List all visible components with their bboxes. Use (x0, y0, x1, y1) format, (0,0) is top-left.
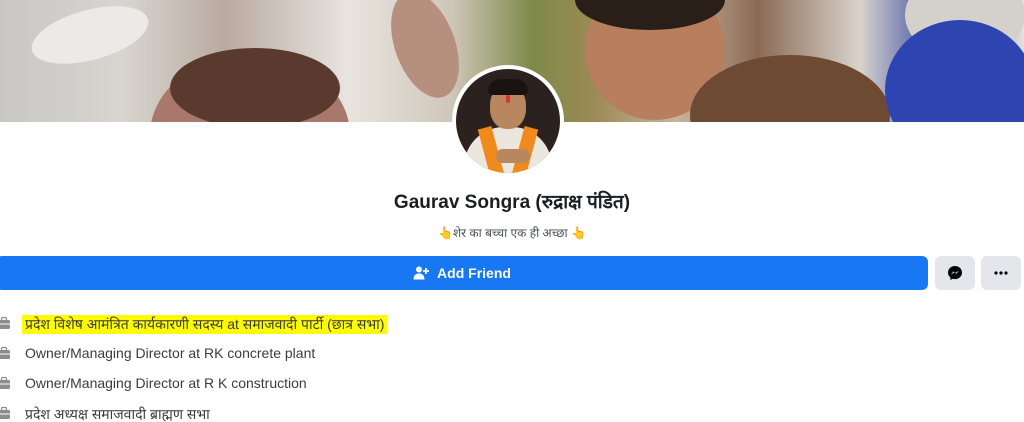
messenger-icon (948, 266, 962, 280)
add-friend-icon (413, 266, 430, 280)
more-dots-icon (994, 271, 1008, 275)
briefcase-icon (0, 376, 10, 389)
profile-avatar[interactable] (452, 65, 564, 177)
work-text: प्रदेश विशेष आमंत्रित कार्यकारणी सदस्य a… (22, 315, 388, 334)
briefcase-icon (0, 316, 10, 329)
profile-name: Gaurav Songra (रुद्राक्ष पंडित) (393, 192, 631, 213)
profile-page: Gaurav Songra (रुद्राक्ष पंडित) 👆शेर का … (0, 0, 1024, 422)
add-friend-button[interactable]: Add Friend (0, 256, 928, 290)
briefcase-icon (0, 406, 10, 419)
messenger-button[interactable] (935, 256, 975, 290)
add-friend-label: Add Friend (437, 265, 511, 281)
work-item: प्रदेश विशेष आमंत्रित कार्यकारणी सदस्य a… (0, 308, 1024, 338)
work-item: Owner/Managing Director at R K construct… (0, 368, 1024, 398)
work-item: Owner/Managing Director at RK concrete p… (0, 338, 1024, 368)
work-text: प्रदेश अध्यक्ष समाजवादी ब्राह्मण सभा (25, 406, 210, 422)
work-item: प्रदेश अध्यक्ष समाजवादी ब्राह्मण सभा (0, 398, 1024, 422)
work-list: प्रदेश विशेष आमंत्रित कार्यकारणी सदस्य a… (0, 308, 1024, 422)
more-options-button[interactable] (981, 256, 1021, 290)
work-text: Owner/Managing Director at RK concrete p… (25, 345, 316, 361)
profile-bio: 👆शेर का बच्चा एक ही अच्छा 👆 (438, 226, 586, 240)
work-text: Owner/Managing Director at R K construct… (25, 375, 307, 391)
briefcase-icon (0, 346, 10, 359)
